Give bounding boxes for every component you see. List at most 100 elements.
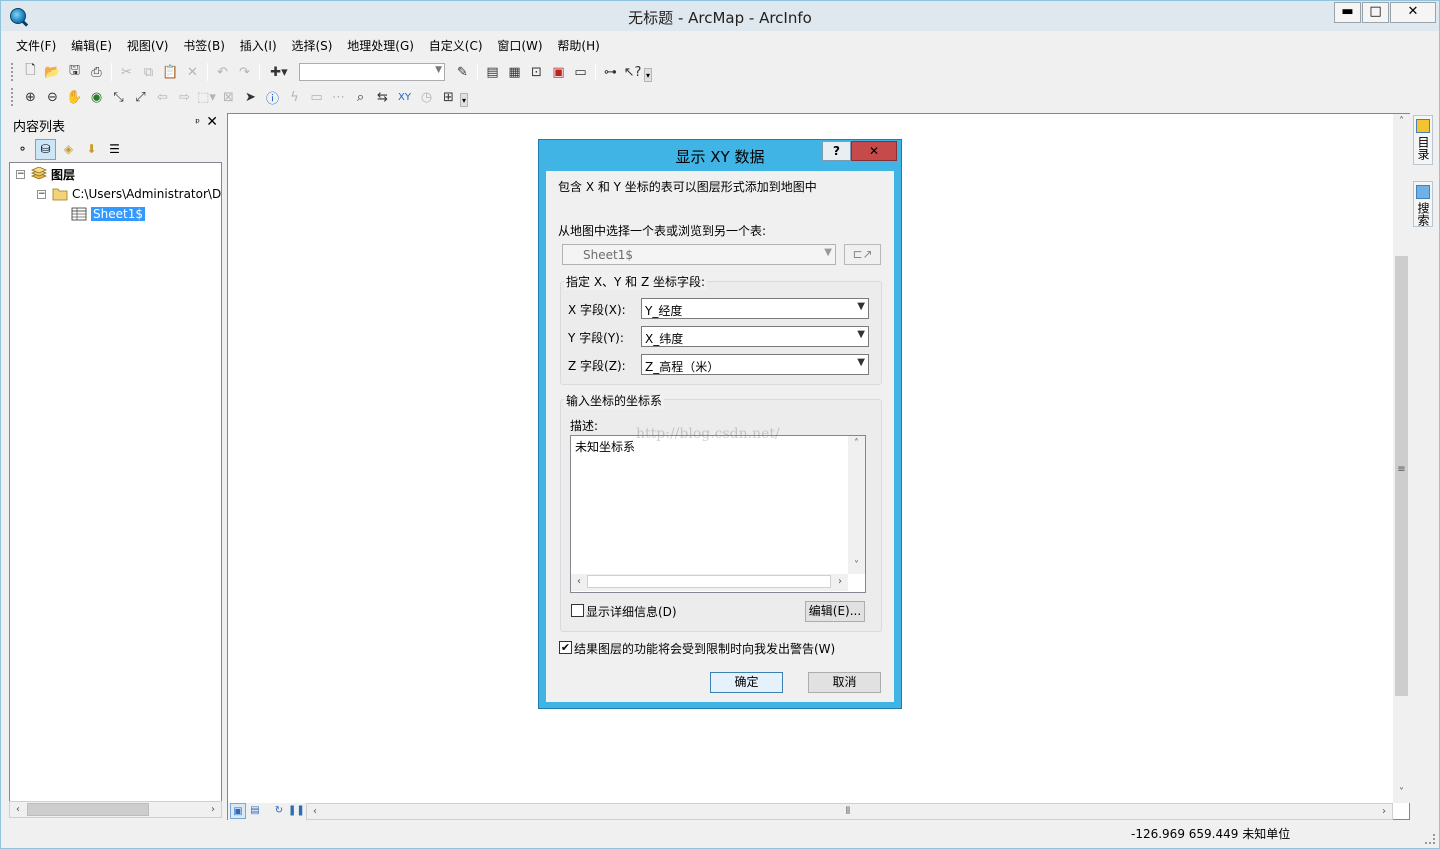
back-extent-icon[interactable]: ⇦	[152, 87, 173, 107]
scroll-up-icon[interactable]: ˄	[848, 436, 865, 452]
whats-this-icon[interactable]: ↖?	[622, 62, 643, 82]
layout-view-icon[interactable]: ▤	[247, 803, 263, 819]
menu-help[interactable]: 帮助(H)	[552, 35, 604, 56]
measure-icon[interactable]: ⋯	[328, 87, 349, 107]
new-document-icon[interactable]: 🗋	[20, 62, 41, 82]
add-data-icon[interactable]: ✚▾	[264, 62, 294, 82]
maximize-button[interactable]: □	[1362, 2, 1389, 23]
catalog-window-icon[interactable]: ▦	[504, 62, 525, 82]
scroll-right-icon[interactable]: ›	[205, 802, 221, 817]
cut-icon[interactable]: ✂	[116, 62, 137, 82]
menu-file[interactable]: 文件(F)	[11, 35, 61, 56]
toolbar-options-icon[interactable]: ▾	[460, 93, 468, 107]
list-by-source-icon[interactable]: ⛁	[35, 138, 56, 160]
zoom-out-icon[interactable]: ⊖	[42, 87, 63, 107]
delete-icon[interactable]: ✕	[182, 62, 203, 82]
go-to-xy-icon[interactable]: XY	[394, 87, 415, 107]
paste-icon[interactable]: 📋	[160, 62, 181, 82]
search-window-icon[interactable]: ⊡	[526, 62, 547, 82]
browse-button[interactable]: ⊏↗	[844, 244, 881, 265]
pause-drawing-icon[interactable]: ❚❚	[288, 803, 305, 819]
refresh-icon[interactable]: ↻	[271, 803, 287, 819]
clear-selection-icon[interactable]: ⊠	[218, 87, 239, 107]
z-field-select[interactable]: Z_高程（米） ▼	[641, 354, 869, 375]
editor-toolbar-icon[interactable]: ✎	[452, 62, 473, 82]
toolbar-options-icon[interactable]: ▾	[644, 68, 652, 82]
save-icon[interactable]: 🖫	[64, 62, 85, 82]
scroll-left-icon[interactable]: ‹	[571, 574, 587, 589]
menu-geoprocessing[interactable]: 地理处理(G)	[342, 35, 419, 56]
fixed-zoom-in-icon[interactable]: ⤡	[108, 87, 129, 107]
cancel-button[interactable]: 取消	[808, 672, 881, 693]
copy-icon[interactable]: ⧉	[138, 62, 159, 82]
scroll-right-icon[interactable]: ›	[832, 574, 848, 589]
pan-hand-icon[interactable]: ✋	[64, 87, 85, 107]
scroll-left-icon[interactable]: ‹	[307, 804, 323, 819]
select-features-icon[interactable]: ⬚▾	[196, 87, 217, 107]
toc-options-icon[interactable]: ☰	[104, 139, 125, 160]
x-field-select[interactable]: Y_经度 ▼	[641, 298, 869, 319]
list-by-selection-icon[interactable]: ⬇	[81, 139, 102, 160]
select-elements-icon[interactable]: ➤	[240, 87, 261, 107]
scroll-thumb[interactable]	[587, 575, 831, 588]
create-viewer-icon[interactable]: ⊞	[438, 87, 459, 107]
show-details-checkbox[interactable]	[571, 604, 584, 617]
menu-customize[interactable]: 自定义(C)	[424, 35, 488, 56]
zoom-in-icon[interactable]: ⊕	[20, 87, 41, 107]
minimize-button[interactable]: ▬	[1334, 2, 1361, 23]
scroll-right-icon[interactable]: ›	[1376, 804, 1392, 819]
search-side-tab[interactable]: 搜索	[1413, 181, 1433, 227]
tree-row-layers[interactable]: − 图层	[16, 165, 75, 183]
html-popup-icon[interactable]: ▭	[306, 87, 327, 107]
fixed-zoom-out-icon[interactable]: ⤢	[130, 87, 151, 107]
tree-row-table[interactable]: Sheet1$	[71, 205, 145, 223]
toolbar-grip[interactable]	[11, 88, 15, 106]
time-slider-icon[interactable]: ◷	[416, 87, 437, 107]
menu-insert[interactable]: 插入(I)	[235, 35, 282, 56]
toolbar-grip[interactable]	[11, 63, 15, 81]
tree-row-source-folder[interactable]: − C:\Users\Administrator\D	[37, 185, 221, 203]
map-horizontal-scrollbar[interactable]: ‹ ⦀ ›	[306, 803, 1393, 820]
modelbuilder-icon[interactable]: ⊶	[600, 62, 621, 82]
list-by-drawing-order-icon[interactable]: ⚬	[12, 139, 33, 160]
description-vertical-scrollbar[interactable]: ˄ ˅	[848, 436, 865, 574]
dialog-close-button[interactable]: ✕	[851, 141, 897, 161]
menu-bookmarks[interactable]: 书签(B)	[178, 35, 230, 56]
table-of-contents-icon[interactable]: ▤	[482, 62, 503, 82]
menu-selection[interactable]: 选择(S)	[286, 35, 337, 56]
menu-windows[interactable]: 窗口(W)	[492, 35, 547, 56]
arctoolbox-icon[interactable]: ▣	[548, 62, 569, 82]
toc-horizontal-scrollbar[interactable]: ‹ ›	[9, 801, 222, 818]
ok-button[interactable]: 确定	[710, 672, 783, 693]
print-icon[interactable]: ⎙	[86, 62, 107, 82]
find-binoculars-icon[interactable]: ⌕	[350, 87, 371, 107]
scroll-thumb[interactable]	[27, 803, 149, 816]
hyperlink-icon[interactable]: ϟ	[284, 87, 305, 107]
map-scale-combo[interactable]: ▼	[299, 63, 445, 81]
collapse-icon[interactable]: −	[16, 169, 25, 179]
collapse-icon[interactable]: −	[37, 189, 46, 199]
map-vertical-scrollbar[interactable]: ˄ ≡ ˅	[1393, 114, 1410, 803]
scroll-up-icon[interactable]: ˄	[1393, 114, 1410, 130]
find-route-icon[interactable]: ⇆	[372, 87, 393, 107]
undo-icon[interactable]: ↶	[212, 62, 233, 82]
toc-close-icon[interactable]: ✕	[206, 114, 218, 130]
edit-button[interactable]: 编辑(E)...	[805, 601, 865, 622]
description-textbox[interactable]: 未知坐标系 ˄ ˅ ‹ ›	[570, 435, 866, 593]
pin-icon[interactable]: ᵖ	[195, 116, 200, 129]
table-select[interactable]: Sheet1$ ▼	[562, 244, 836, 265]
scroll-down-icon[interactable]: ˅	[848, 558, 865, 574]
open-folder-icon[interactable]: 📂	[42, 62, 63, 82]
scroll-down-icon[interactable]: ˅	[1393, 785, 1410, 801]
title-bar[interactable]: 无标题 - ArcMap - ArcInfo ▬ □ ✕	[1, 1, 1439, 31]
forward-extent-icon[interactable]: ⇨	[174, 87, 195, 107]
python-window-icon[interactable]: ▭	[570, 62, 591, 82]
warning-checkbox[interactable]: ✔	[559, 641, 572, 654]
description-horizontal-scrollbar[interactable]: ‹ ›	[571, 574, 848, 591]
full-extent-globe-icon[interactable]: ◉	[86, 87, 107, 107]
menu-view[interactable]: 视图(V)	[122, 35, 174, 56]
catalog-side-tab[interactable]: 目录	[1413, 115, 1433, 165]
menu-edit[interactable]: 编辑(E)	[66, 35, 117, 56]
identify-icon[interactable]: ⓘ	[262, 87, 283, 107]
list-by-visibility-icon[interactable]: ◈	[58, 139, 79, 160]
